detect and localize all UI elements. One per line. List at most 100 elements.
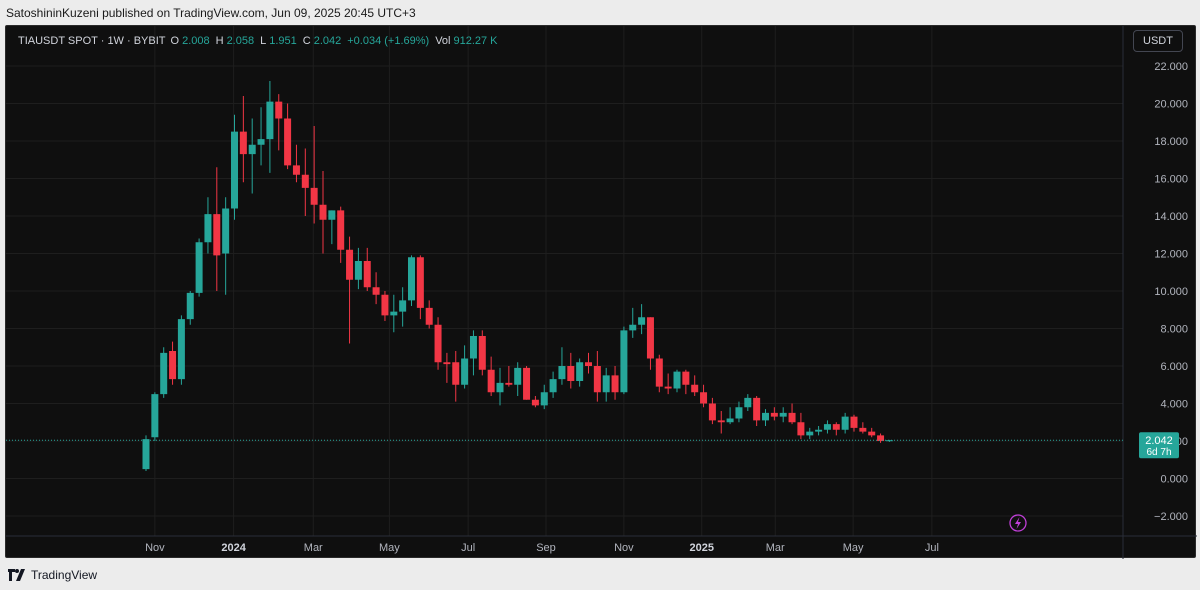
symbol-info[interactable]: TIAUSDT SPOT · 1W · BYBIT bbox=[18, 35, 166, 47]
candle-body bbox=[770, 412, 778, 417]
close-value: 2.042 bbox=[313, 35, 342, 47]
candle-body bbox=[531, 399, 539, 406]
candle-body bbox=[815, 429, 823, 432]
y-tick-label: 20.000 bbox=[1154, 99, 1188, 111]
candle-body bbox=[328, 210, 336, 220]
candle-body bbox=[231, 131, 238, 209]
close-label: C bbox=[302, 35, 311, 47]
candle-body bbox=[823, 424, 831, 430]
candle-body bbox=[629, 324, 637, 331]
candle-body bbox=[275, 101, 283, 119]
x-tick-label: May bbox=[379, 542, 400, 554]
candle-body bbox=[195, 242, 203, 293]
y-tick-label: 6.000 bbox=[1160, 361, 1188, 373]
candle-body bbox=[744, 397, 752, 408]
candle-body bbox=[797, 422, 805, 436]
candle-body bbox=[204, 214, 212, 243]
candle-body bbox=[443, 362, 451, 365]
candle-body bbox=[390, 311, 398, 316]
candle-body bbox=[266, 101, 274, 140]
candlestick-chart[interactable]: −2.0000.0002.0004.0006.0008.00010.00012.… bbox=[6, 26, 1197, 559]
candle-body bbox=[319, 204, 327, 220]
candle-body bbox=[434, 324, 442, 363]
candle-body bbox=[576, 362, 584, 381]
candle-body bbox=[186, 292, 194, 320]
open-value: 2.008 bbox=[182, 35, 210, 47]
candle-body bbox=[682, 371, 690, 385]
candle-body bbox=[558, 366, 566, 380]
candle-body bbox=[469, 336, 477, 359]
candle-body bbox=[310, 187, 318, 205]
y-tick-label: 22.000 bbox=[1154, 61, 1188, 73]
currency-button[interactable]: USDT bbox=[1133, 30, 1183, 52]
candle-body bbox=[540, 392, 548, 406]
y-tick-label: 14.000 bbox=[1154, 211, 1188, 223]
candle-body bbox=[779, 412, 787, 417]
candle-body bbox=[399, 300, 407, 312]
publish-info: SatoshininKuzeni published on TradingVie… bbox=[0, 0, 1200, 26]
candle-body bbox=[691, 384, 699, 393]
candle-body bbox=[700, 392, 708, 404]
candle-body bbox=[160, 352, 168, 395]
footer-brand: TradingView bbox=[31, 568, 98, 582]
candle-body bbox=[585, 362, 592, 366]
candle-body bbox=[567, 366, 575, 381]
candle-body bbox=[593, 366, 601, 393]
candle-body bbox=[673, 371, 681, 389]
candle-body bbox=[726, 418, 734, 423]
x-tick-label: Sep bbox=[536, 542, 556, 554]
candle-body bbox=[735, 407, 743, 419]
candle-body bbox=[381, 294, 389, 316]
low-value: 1.951 bbox=[269, 35, 297, 47]
candle-body bbox=[239, 131, 247, 155]
candle-body bbox=[222, 208, 230, 254]
candle-body bbox=[655, 358, 663, 387]
bar-countdown: 6d 7h bbox=[1146, 447, 1171, 458]
y-tick-label: 10.000 bbox=[1154, 286, 1188, 298]
volume-label: Vol bbox=[435, 35, 451, 47]
candle-body bbox=[611, 375, 619, 393]
footer: TradingView bbox=[0, 560, 1200, 590]
candle-body bbox=[213, 214, 221, 256]
chart-panel[interactable]: −2.0000.0002.0004.0006.0008.00010.00012.… bbox=[5, 25, 1197, 559]
x-tick-label: Mar bbox=[766, 542, 785, 554]
y-tick-label: 16.000 bbox=[1154, 174, 1188, 186]
candle-body bbox=[708, 403, 716, 421]
tradingview-logo-icon bbox=[8, 569, 25, 581]
y-tick-label: 0.000 bbox=[1160, 474, 1188, 486]
candle-body bbox=[248, 144, 256, 155]
x-tick-label: Jul bbox=[925, 542, 939, 554]
candle-body bbox=[753, 397, 761, 421]
candle-body bbox=[762, 412, 769, 421]
y-tick-label: 8.000 bbox=[1160, 324, 1188, 336]
candle-body bbox=[620, 330, 628, 393]
candle-body bbox=[832, 424, 840, 430]
x-tick-label: 2024 bbox=[221, 542, 246, 554]
candle-body bbox=[806, 431, 814, 436]
candle-body bbox=[257, 139, 265, 145]
candle-body bbox=[416, 257, 424, 308]
x-tick-label: 2025 bbox=[690, 542, 714, 554]
candle-body bbox=[363, 261, 371, 288]
candle-body bbox=[514, 367, 522, 385]
candle-body bbox=[478, 336, 486, 370]
candle-body bbox=[425, 307, 433, 325]
candle-body bbox=[354, 261, 362, 280]
y-tick-label: 4.000 bbox=[1160, 399, 1188, 411]
candle-body bbox=[408, 257, 415, 301]
candle-body bbox=[301, 174, 309, 188]
candle-body bbox=[284, 118, 292, 166]
candle-body bbox=[292, 165, 300, 175]
high-value: 2.058 bbox=[226, 35, 255, 47]
candle-body bbox=[151, 394, 159, 438]
candle-body bbox=[142, 439, 150, 470]
candle-body bbox=[664, 386, 672, 389]
candle-body bbox=[461, 358, 469, 385]
candle-body bbox=[372, 287, 380, 295]
candle-body bbox=[602, 375, 610, 393]
candle-body bbox=[646, 317, 654, 359]
candle-body bbox=[496, 382, 504, 393]
lightning-icon[interactable] bbox=[1009, 514, 1027, 532]
candle-body bbox=[788, 412, 796, 423]
candle-body bbox=[523, 367, 531, 400]
